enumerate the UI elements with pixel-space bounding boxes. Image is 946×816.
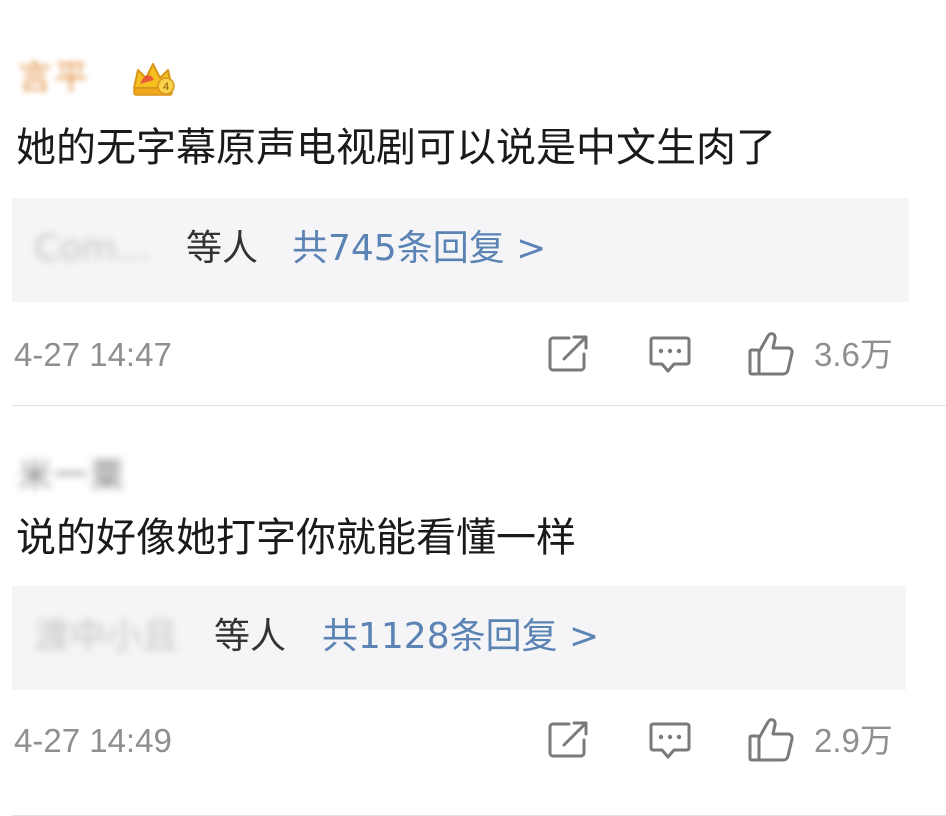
like-count: 2.9万 [814,722,893,759]
reply-button[interactable] [648,720,692,762]
comment-timestamp: 4-27 14:47 [14,336,172,373]
like-button[interactable]: 3.6万 [746,330,893,378]
share-icon [548,721,588,758]
comment-timestamp: 4-27 14:49 [14,722,172,759]
like-count: 3.6万 [814,336,893,373]
share-button[interactable] [547,720,591,760]
like-button[interactable]: 2.9万 [746,716,893,764]
reply-users: Com... [34,228,151,269]
comment-text: 她的无字幕原声电视剧可以说是中文生肉了 [16,125,776,171]
svg-text:4: 4 [163,81,169,93]
thumbs-up-icon [748,332,794,376]
reply-count-link[interactable]: 共1128条回复 > [322,614,599,660]
share-icon [548,335,588,372]
thumbs-up-icon [748,718,794,762]
vip-crown-icon: 4 [130,58,176,100]
reply-users: 渡中小且 [34,616,179,657]
comment-username[interactable]: 米一粟 [18,448,126,497]
comment-text: 说的好像她打字你就能看懂一样 [16,515,576,561]
reply-preview[interactable]: Com... 等人 共745条回复 > [12,198,909,302]
reply-etc-label: 等人 [214,616,287,657]
reply-preview[interactable]: 渡中小且 等人 共1128条回复 > [12,586,906,690]
reply-etc-label: 等人 [186,228,259,269]
reply-count-link[interactable]: 共745条回复 > [292,226,546,272]
comment-icon [649,722,691,759]
comment-item: 言平 4 她的无字幕原声电视剧可以说是中文生肉了 Com... 等人 共745条… [0,0,946,406]
share-button[interactable] [547,334,591,374]
comment-username[interactable]: 言平 [18,50,90,99]
comment-icon [649,336,691,373]
reply-button[interactable] [648,334,692,376]
comment-item: 米一粟 说的好像她打字你就能看懂一样 渡中小且 等人 共1128条回复 > 4-… [0,406,946,816]
